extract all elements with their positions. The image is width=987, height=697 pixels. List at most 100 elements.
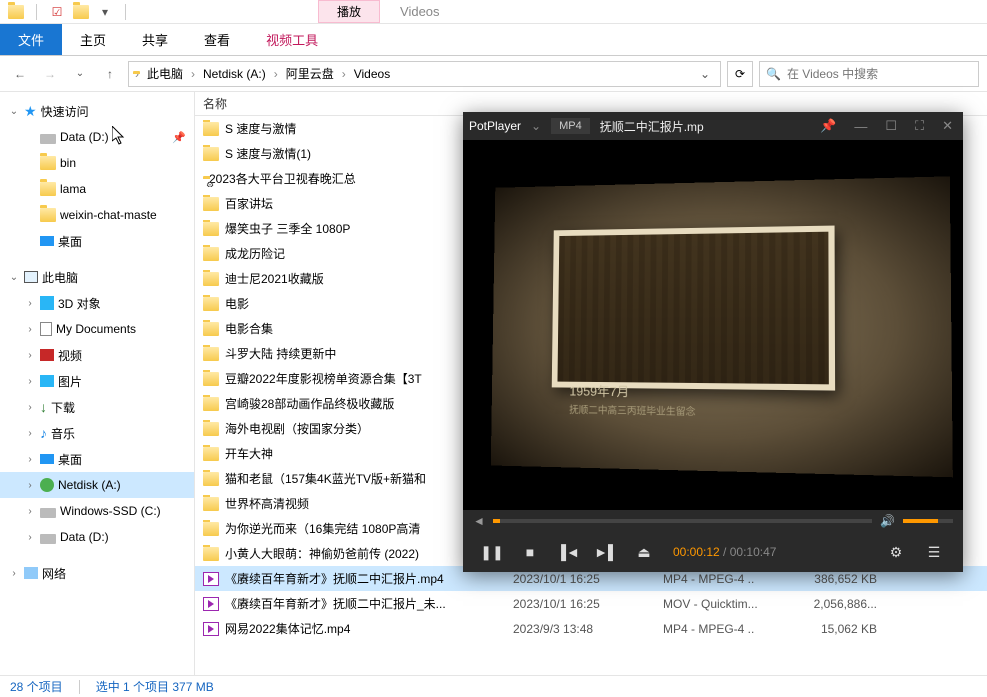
- file-name: 世界杯高清视频: [225, 495, 309, 512]
- file-name: 猫和老鼠（157集4K蓝光TV版+新猫和: [225, 470, 426, 487]
- next-button[interactable]: ►▌: [589, 538, 623, 566]
- app-icon: [8, 4, 24, 20]
- 3d-icon: [40, 296, 54, 310]
- file-name: S 速度与激情(1): [225, 145, 311, 162]
- close-icon[interactable]: ✕: [938, 118, 957, 134]
- chevron-right-icon[interactable]: ›: [24, 298, 36, 309]
- tree-item[interactable]: weixin-chat-maste: [0, 202, 194, 228]
- tree-label: 此电脑: [42, 269, 78, 286]
- search-icon: 🔍: [766, 67, 781, 81]
- potplayer-window[interactable]: PotPlayer ⌄ MP4 抚顺二中汇报片.mp 📌 — ☐ ⛶ ✕ 195…: [463, 112, 963, 572]
- tree-item[interactable]: › Netdisk (A:): [0, 472, 194, 498]
- folder-icon: [40, 156, 56, 170]
- chevron-right-icon[interactable]: ›: [24, 376, 36, 387]
- refresh-button[interactable]: ⟳: [727, 61, 753, 87]
- chevron-right-icon[interactable]: ›: [24, 428, 36, 439]
- crumb-videos[interactable]: Videos: [348, 67, 396, 81]
- rewind-icon[interactable]: ◄: [473, 514, 485, 528]
- qat-dropdown-icon[interactable]: ▾: [97, 4, 113, 20]
- tab-video-tools[interactable]: 视频工具: [248, 24, 336, 55]
- tree-label: 3D 对象: [58, 295, 101, 312]
- folder-icon: [203, 322, 219, 336]
- tree-label: bin: [60, 156, 76, 170]
- crumb-sep-icon[interactable]: ›: [189, 67, 197, 81]
- search-box[interactable]: 🔍: [759, 61, 979, 87]
- crumb-netdisk[interactable]: Netdisk (A:): [197, 67, 272, 81]
- qat-newfolder-icon[interactable]: [73, 4, 89, 20]
- tab-view[interactable]: 查看: [186, 24, 248, 55]
- pause-button[interactable]: ❚❚: [475, 538, 509, 566]
- tree-item[interactable]: Data (D:)📌: [0, 124, 194, 150]
- tab-share[interactable]: 共享: [124, 24, 186, 55]
- tree-quick-access[interactable]: ⌄ ★ 快速访问: [0, 98, 194, 124]
- tree-this-pc[interactable]: ⌄ 此电脑: [0, 264, 194, 290]
- crumb-sep-icon[interactable]: ›: [340, 67, 348, 81]
- file-name: 爆笑虫子 三季全 1080P: [225, 220, 350, 237]
- tree-item[interactable]: › Data (D:): [0, 524, 194, 550]
- nav-recent-dropdown[interactable]: ⌄: [68, 62, 92, 86]
- tree-item[interactable]: › 视频: [0, 342, 194, 368]
- nav-back-button[interactable]: ←: [8, 62, 32, 86]
- video-canvas[interactable]: 1959年7月 抚顺二中高三丙班毕业生留念: [463, 140, 963, 510]
- chevron-right-icon[interactable]: ›: [24, 402, 36, 413]
- crumb-sep-icon[interactable]: ›: [272, 67, 280, 81]
- chevron-right-icon[interactable]: ›: [24, 454, 36, 465]
- chevron-down-icon[interactable]: ⌄: [8, 272, 20, 283]
- tree-item[interactable]: lama: [0, 176, 194, 202]
- tree-item[interactable]: › My Documents: [0, 316, 194, 342]
- file-date: 2023/10/1 16:25: [505, 572, 655, 586]
- pin-icon[interactable]: 📌: [816, 118, 840, 134]
- maximize-icon[interactable]: ☐: [881, 118, 901, 134]
- tree-item[interactable]: › ♪ 音乐: [0, 420, 194, 446]
- chevron-right-icon[interactable]: ›: [24, 506, 36, 517]
- file-row[interactable]: 网易2022集体记忆.mp4 2023/9/3 13:48 MP4 - MPEG…: [195, 616, 987, 641]
- crumb-thispc[interactable]: 此电脑: [141, 65, 189, 82]
- tree-label: 桌面: [58, 233, 82, 250]
- chevron-right-icon[interactable]: ›: [24, 324, 36, 335]
- tree-network[interactable]: › 网络: [0, 560, 194, 586]
- chevron-right-icon[interactable]: ›: [8, 568, 20, 579]
- prev-button[interactable]: ▐◄: [551, 538, 585, 566]
- tab-home[interactable]: 主页: [62, 24, 124, 55]
- fullscreen-icon[interactable]: ⛶: [911, 118, 928, 134]
- address-dropdown-icon[interactable]: ⌄: [694, 67, 716, 81]
- folder-icon: [203, 372, 219, 386]
- settings-icon[interactable]: ⚙: [879, 538, 913, 566]
- tree-item[interactable]: › 桌面: [0, 446, 194, 472]
- nav-up-button[interactable]: ↑: [98, 62, 122, 86]
- tree-item[interactable]: › 图片: [0, 368, 194, 394]
- search-input[interactable]: [787, 67, 972, 81]
- volume-icon[interactable]: 🔊: [880, 514, 895, 528]
- window-titlebar: ☑ ▾ 播放 Videos: [0, 0, 987, 24]
- tree-item[interactable]: 桌面: [0, 228, 194, 254]
- minimize-icon[interactable]: —: [850, 119, 871, 134]
- qat-properties-icon[interactable]: ☑: [49, 4, 65, 20]
- file-name: 百家讲坛: [225, 195, 273, 212]
- crumb-aliyun[interactable]: 阿里云盘: [280, 65, 340, 82]
- tree-item[interactable]: › ↓ 下载: [0, 394, 194, 420]
- chevron-right-icon[interactable]: ›: [24, 532, 36, 543]
- potplayer-menu-dropdown-icon[interactable]: ⌄: [531, 119, 541, 133]
- stop-button[interactable]: ■: [513, 538, 547, 566]
- tree-item[interactable]: › 3D 对象: [0, 290, 194, 316]
- file-row[interactable]: 《赓续百年育新才》抚顺二中汇报片_未... 2023/10/1 16:25 MO…: [195, 591, 987, 616]
- eject-button[interactable]: ⏏: [627, 538, 661, 566]
- chevron-right-icon[interactable]: ›: [24, 350, 36, 361]
- nav-forward-button[interactable]: →: [38, 62, 62, 86]
- folder-icon: [203, 122, 219, 136]
- tree-item[interactable]: › Windows-SSD (C:): [0, 498, 194, 524]
- crumb-sep-icon[interactable]: ›: [133, 67, 141, 81]
- tree-item[interactable]: bin: [0, 150, 194, 176]
- seek-bar[interactable]: [493, 519, 872, 523]
- tab-file[interactable]: 文件: [0, 24, 62, 55]
- column-name[interactable]: 名称: [195, 95, 505, 112]
- play-contextual-label[interactable]: 播放: [318, 0, 380, 23]
- network-icon: [24, 567, 38, 579]
- chevron-down-icon[interactable]: ⌄: [8, 106, 20, 117]
- volume-bar[interactable]: [903, 519, 953, 523]
- playlist-icon[interactable]: ☰: [917, 538, 951, 566]
- tree-label: My Documents: [56, 322, 136, 336]
- chevron-right-icon[interactable]: ›: [24, 480, 36, 491]
- potplayer-titlebar[interactable]: PotPlayer ⌄ MP4 抚顺二中汇报片.mp 📌 — ☐ ⛶ ✕: [463, 112, 963, 140]
- address-bar[interactable]: › 此电脑 › Netdisk (A:) › 阿里云盘 › Videos ⌄: [128, 61, 721, 87]
